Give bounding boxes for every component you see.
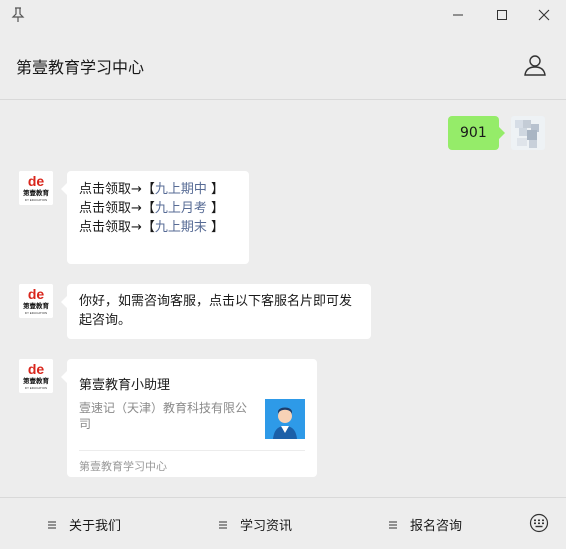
official-account-menu: 关于我们 学习资讯 报名咨询: [0, 497, 566, 549]
claim-suffix: 】: [206, 182, 225, 197]
claim-suffix: 】: [206, 220, 225, 235]
card-title: 第壹教育小助理: [79, 378, 171, 393]
self-message-bubble[interactable]: 901: [448, 116, 505, 150]
window-titlebar: [0, 0, 566, 30]
claim-prefix: 点击领取→【: [79, 201, 155, 216]
chat-title: 第壹教育学习中心: [16, 58, 145, 77]
bot-message-bubble: 你好，如需咨询客服，点击以下客服名片即可发起咨询。: [61, 284, 371, 339]
menu-lines-icon: [388, 519, 398, 529]
menu-study-news[interactable]: 学习资讯: [218, 498, 292, 549]
claim-line: 点击领取→【九上期末 】: [79, 218, 237, 237]
bot-avatar[interactable]: de 第壹教育 DY EDUCATION: [19, 359, 53, 393]
logo-name: 第壹教育: [23, 301, 50, 310]
claim-line: 点击领取→【九上月考 】: [79, 199, 237, 218]
close-button[interactable]: [522, 0, 566, 30]
claim-suffix: 】: [206, 201, 225, 216]
contact-card[interactable]: 第壹教育小助理 壹速记（天津）教育科技有限公司 第壹教育学习中心: [61, 359, 317, 477]
menu-label: 学习资讯: [240, 518, 293, 534]
bot-avatar[interactable]: de 第壹教育 DY EDUCATION: [19, 284, 53, 318]
card-description: 壹速记（天津）教育科技有限公司: [79, 401, 248, 431]
minimize-button[interactable]: [436, 0, 480, 30]
maximize-button[interactable]: [480, 0, 524, 30]
pin-icon[interactable]: [10, 6, 26, 24]
logo-name: 第壹教育: [23, 376, 50, 385]
menu-enrollment-inquiry[interactable]: 报名咨询: [388, 498, 462, 549]
link-monthly[interactable]: 九上月考: [155, 201, 207, 216]
logo-sub: DY EDUCATION: [25, 198, 47, 202]
bot-message-bubble: 点击领取→【九上期中 】 点击领取→【九上月考 】 点击领取→【九上期末 】: [61, 171, 249, 264]
card-divider: [79, 450, 305, 451]
logo-brand: de: [28, 361, 45, 377]
contact-photo: [265, 399, 305, 439]
logo-sub: DY EDUCATION: [25, 386, 47, 390]
menu-about-us[interactable]: 关于我们: [47, 498, 121, 549]
menu-label: 报名咨询: [410, 518, 463, 534]
menu-lines-icon: [47, 519, 57, 529]
self-avatar[interactable]: [511, 116, 545, 150]
logo-name: 第壹教育: [23, 188, 50, 197]
logo-brand: de: [28, 173, 45, 189]
user-profile-icon[interactable]: [522, 52, 548, 78]
keyboard-icon[interactable]: [529, 513, 549, 533]
logo-brand: de: [28, 286, 45, 302]
claim-line: 点击领取→【九上期中 】: [79, 180, 237, 199]
menu-label: 关于我们: [69, 518, 122, 534]
logo-sub: DY EDUCATION: [25, 311, 47, 315]
bot-avatar[interactable]: de 第壹教育 DY EDUCATION: [19, 171, 53, 205]
link-final[interactable]: 九上期末: [155, 220, 207, 235]
card-footer: 第壹教育学习中心: [79, 460, 167, 473]
chat-message-area[interactable]: 901 de 第壹教育 DY EDUCATION 点击领取→【九上期中 】 点击…: [0, 100, 566, 497]
claim-prefix: 点击领取→【: [79, 182, 155, 197]
claim-prefix: 点击领取→【: [79, 220, 155, 235]
menu-lines-icon: [218, 519, 228, 529]
link-midterm[interactable]: 九上期中: [155, 182, 207, 197]
chat-header: 第壹教育学习中心: [0, 30, 566, 100]
